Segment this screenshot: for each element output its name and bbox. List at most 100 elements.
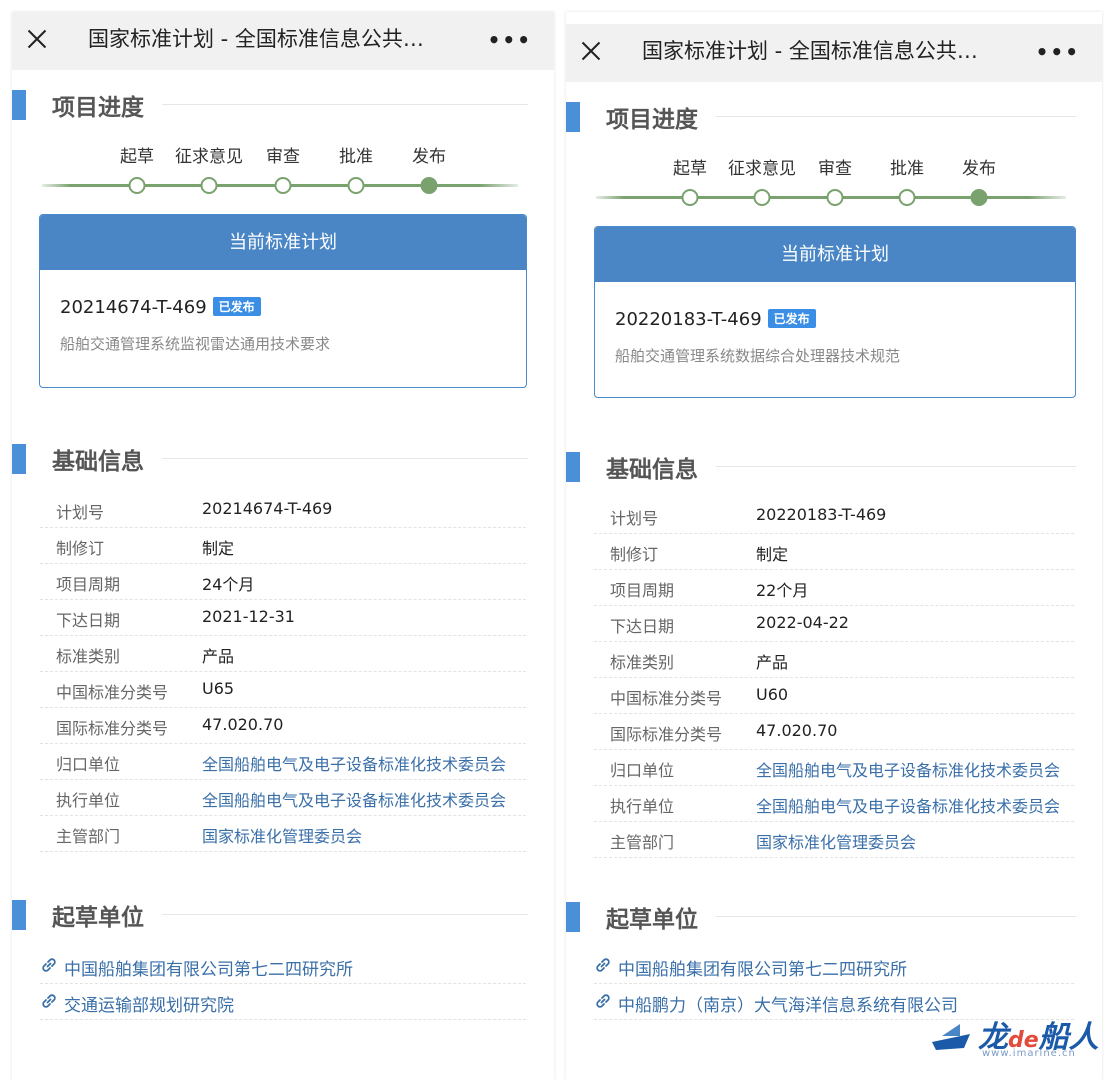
info-row: 归口单位 全国船舶电气及电子设备标准化技术委员会 [594,750,1074,786]
info-value: 24个月 [202,575,255,594]
info-key: 标准类别 [56,647,121,666]
basic-info-table: 计划号 20214674-T-469 制修订 制定 项目周期 24个月 下达日期 202… [12,492,554,852]
step-dot [274,177,292,194]
info-row: 国际标准分类号 47.020.70 [594,714,1074,750]
info-value: U60 [756,685,789,704]
info-key: 执行单位 [610,797,675,816]
info-key: 归口单位 [56,755,121,774]
section-divider [716,466,1076,467]
info-row: 中国标准分类号 U65 [40,672,526,708]
info-key: 执行单位 [56,791,121,810]
info-value: 2021-12-31 [202,607,295,626]
status-badge: 已发布 [767,309,816,328]
step-dot-current [970,189,988,206]
info-row: 国际标准分类号 47.020.70 [40,708,526,744]
more-icon[interactable]: ••• [1036,40,1080,64]
drafting-section-header: 起草单位 [566,898,1102,934]
info-value: 20220183-T-469 [756,505,887,524]
top-bar: 国家标准计划 - 全国标准信息公共… ••• [566,24,1102,82]
link-icon [42,958,56,972]
progress-section-header: 项目进度 [566,98,1102,134]
drafting-org-name: 交通运输部规划研究院 [64,996,234,1016]
info-value: 产品 [202,647,235,666]
section-accent-bar [566,102,580,132]
card-header: 当前标准计划 [595,227,1075,282]
step-label: 审查 [266,147,300,167]
ship-logo-icon [932,1024,970,1050]
step-label: 发布 [962,159,996,179]
info-key: 中国标准分类号 [610,689,723,708]
step-dot-current [420,177,438,194]
step-dot [826,189,844,206]
info-row: 项目周期 22个月 [594,570,1074,606]
info-row: 下达日期 2022-04-22 [594,606,1074,642]
watermark-site: www.imarine.cn [982,1048,1076,1059]
info-link[interactable]: 全国船舶电气及电子设备标准化技术委员会 [756,757,1060,781]
info-row: 下达日期 2021-12-31 [40,600,526,636]
step-dot [681,189,699,206]
left-phone-screen: 国家标准计划 - 全国标准信息公共… ••• 项目进度 起草 征求意见 审查 批… [12,12,554,1080]
step-dot [753,189,771,206]
top-bar: 国家标准计划 - 全国标准信息公共… ••• [12,12,554,70]
step-dot [898,189,916,206]
drafting-org-item[interactable]: 中国船舶集团有限公司第七二四研究所 [594,948,1074,984]
info-value: 22个月 [756,581,809,600]
drafting-org-name: 中船鹏力（南京）大气海洋信息系统有限公司 [618,996,958,1016]
progress-tracker: 起草 征求意见 审查 批准 发布 [566,134,1102,224]
progress-section-header: 项目进度 [12,86,554,122]
info-key: 下达日期 [56,611,121,630]
section-title: 项目进度 [52,95,144,121]
step-label: 起草 [120,147,154,167]
section-title: 基础信息 [606,457,698,483]
section-divider [716,116,1076,117]
status-badge: 已发布 [212,297,261,316]
info-key: 制修订 [56,539,105,558]
info-value: 47.020.70 [202,715,284,734]
info-link[interactable]: 全国船舶电气及电子设备标准化技术委员会 [202,787,506,811]
more-icon[interactable]: ••• [488,28,532,52]
info-link[interactable]: 全国船舶电气及电子设备标准化技术委员会 [756,793,1060,817]
info-link[interactable]: 全国船舶电气及电子设备标准化技术委员会 [202,751,506,775]
drafting-org-name: 中国船舶集团有限公司第七二四研究所 [618,960,907,980]
info-key: 下达日期 [610,617,675,636]
current-plan-card[interactable]: 当前标准计划 20214674-T-469 已发布 船舶交通管理系统监视雷达通用技… [39,214,527,388]
info-row: 归口单位 全国船舶电气及电子设备标准化技术委员会 [40,744,526,780]
info-value: 47.020.70 [756,721,838,740]
basic-info-table: 计划号 20220183-T-469 制修订 制定 项目周期 22个月 下达日期 202… [566,498,1102,858]
drafting-org-item[interactable]: 中国船舶集团有限公司第七二四研究所 [40,948,526,984]
info-row: 中国标准分类号 U60 [594,678,1074,714]
step-label: 征求意见 [728,159,796,179]
step-dot [128,177,146,194]
info-link[interactable]: 国家标准化管理委员会 [202,823,362,847]
section-accent-bar [12,900,26,930]
step-label: 批准 [890,159,924,179]
info-row: 主管部门 国家标准化管理委员会 [40,816,526,852]
info-value: 产品 [756,653,789,672]
plan-name: 船舶交通管理系统监视雷达通用技术要求 [60,335,331,353]
drafting-org-list: 中国船舶集团有限公司第七二四研究所 交通运输部规划研究院 [12,948,554,1020]
info-key: 项目周期 [56,575,121,594]
info-row: 执行单位 全国船舶电气及电子设备标准化技术委员会 [40,780,526,816]
info-value: 20214674-T-469 [202,499,333,518]
close-icon[interactable] [24,26,50,52]
close-icon[interactable] [578,38,604,64]
section-title: 起草单位 [52,905,144,931]
plan-name: 船舶交通管理系统数据综合处理器技术规范 [615,347,901,365]
step-label: 审查 [818,159,852,179]
progress-tracker: 起草 征求意见 审查 批准 发布 [12,122,554,212]
info-key: 国际标准分类号 [610,725,723,744]
info-key: 制修订 [610,545,659,564]
info-key: 国际标准分类号 [56,719,169,738]
info-row: 标准类别 产品 [594,642,1074,678]
info-value: 制定 [756,545,789,564]
drafting-org-item[interactable]: 交通运输部规划研究院 [40,984,526,1020]
current-plan-card[interactable]: 当前标准计划 20220183-T-469 已发布 船舶交通管理系统数据综合处理器… [594,226,1076,398]
watermark-logo: 龙de船人 www.imarine.cn [930,1010,1100,1066]
info-key: 计划号 [610,509,659,528]
info-link[interactable]: 国家标准化管理委员会 [756,829,916,853]
section-title: 起草单位 [606,907,698,933]
card-header: 当前标准计划 [40,215,526,270]
right-phone-screen: 国家标准计划 - 全国标准信息公共… ••• 项目进度 起草 征求意见 审查 批… [566,12,1102,1080]
info-key: 主管部门 [56,827,121,846]
step-label: 征求意见 [175,147,243,167]
